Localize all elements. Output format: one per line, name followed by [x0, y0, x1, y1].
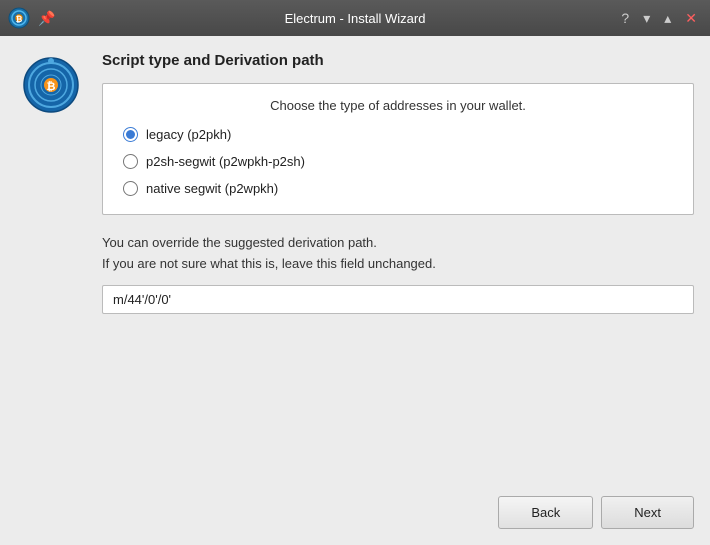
right-panel: Script type and Derivation path Choose t…	[102, 52, 694, 529]
radio-legacy[interactable]	[123, 127, 138, 142]
back-button[interactable]: Back	[498, 496, 593, 529]
section-title: Script type and Derivation path	[102, 52, 694, 69]
logo-area: ₿	[16, 52, 86, 529]
derivation-path-input[interactable]	[102, 285, 694, 314]
options-subtitle: Choose the type of addresses in your wal…	[123, 98, 673, 113]
svg-text:₿: ₿	[16, 15, 23, 24]
footer: Back Next	[102, 488, 694, 529]
pin-icon[interactable]: 📌	[38, 10, 55, 27]
override-text: You can override the suggested derivatio…	[102, 233, 694, 275]
radio-group: legacy (p2pkh) p2sh-segwit (p2wpkh-p2sh)…	[123, 127, 673, 196]
titlebar-title: Electrum - Install Wizard	[285, 11, 426, 26]
maximize-button[interactable]: ▴	[659, 9, 676, 27]
minimize-button[interactable]: ▾	[638, 9, 655, 27]
svg-text:₿: ₿	[47, 81, 56, 93]
electrum-logo: ₿	[22, 56, 80, 114]
next-button[interactable]: Next	[601, 496, 694, 529]
titlebar: ₿ 📌 Electrum - Install Wizard ? ▾ ▴ ✕	[0, 0, 710, 36]
radio-native-label: native segwit (p2wpkh)	[146, 181, 278, 196]
radio-item-native[interactable]: native segwit (p2wpkh)	[123, 181, 673, 196]
help-button[interactable]: ?	[616, 9, 634, 27]
radio-p2sh[interactable]	[123, 154, 138, 169]
radio-item-p2sh[interactable]: p2sh-segwit (p2wpkh-p2sh)	[123, 154, 673, 169]
radio-legacy-label: legacy (p2pkh)	[146, 127, 231, 142]
titlebar-left: ₿ 📌	[8, 7, 55, 29]
main-content: ₿ Script type and Derivation path Choose…	[0, 36, 710, 545]
radio-p2sh-label: p2sh-segwit (p2wpkh-p2sh)	[146, 154, 305, 169]
titlebar-controls: ? ▾ ▴ ✕	[616, 9, 702, 27]
override-section: You can override the suggested derivatio…	[102, 233, 694, 314]
override-line2: If you are not sure what this is, leave …	[102, 256, 436, 271]
app-icon: ₿	[8, 7, 30, 29]
radio-item-legacy[interactable]: legacy (p2pkh)	[123, 127, 673, 142]
radio-native[interactable]	[123, 181, 138, 196]
options-box: Choose the type of addresses in your wal…	[102, 83, 694, 215]
close-button[interactable]: ✕	[680, 9, 702, 27]
override-line1: You can override the suggested derivatio…	[102, 235, 377, 250]
